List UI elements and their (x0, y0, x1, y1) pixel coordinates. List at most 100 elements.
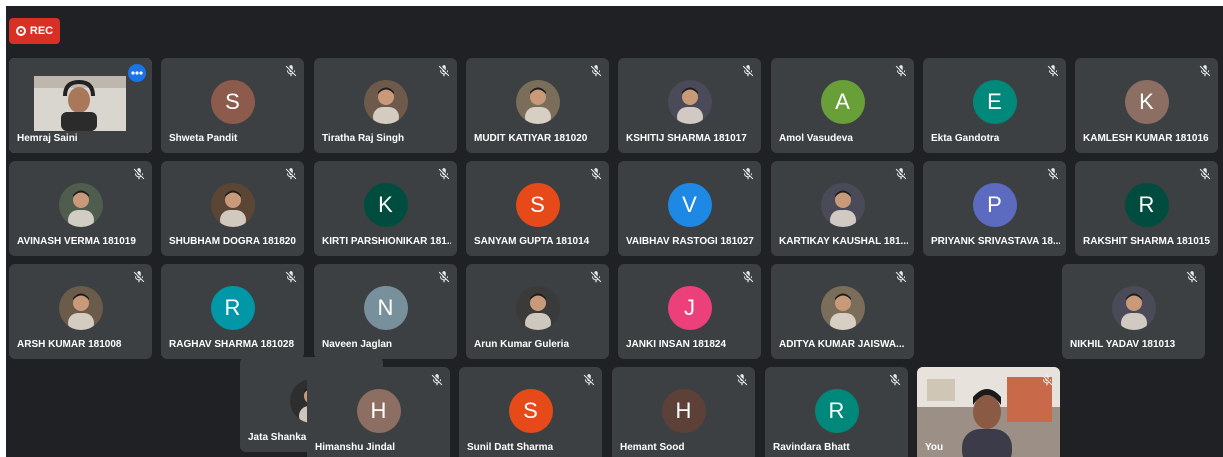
mic-off-icon (284, 64, 298, 78)
participant-tile[interactable]: KSHITIJ SHARMA 181017 (618, 58, 761, 153)
participant-name: PRIYANK SRIVASTAVA 18... (931, 236, 1060, 247)
mic-off-icon (1046, 167, 1060, 181)
mic-off-icon (1198, 167, 1212, 181)
participant-name: Ravindara Bhatt (773, 442, 850, 453)
mic-off-icon (1040, 373, 1054, 387)
participant-photo (515, 286, 560, 330)
participant-name: Tiratha Raj Singh (322, 133, 405, 144)
participant-name: SANYAM GUPTA 181014 (474, 236, 590, 247)
recording-label: REC (29, 25, 54, 37)
mic-off-icon (888, 373, 902, 387)
mic-off-icon (437, 167, 451, 181)
participant-avatar: J (667, 286, 712, 330)
mic-off-icon (1198, 64, 1212, 78)
mic-off-icon (894, 270, 908, 284)
participant-tile[interactable]: K KAMLESH KUMAR 181016 (1075, 58, 1218, 153)
mic-off-icon (735, 373, 749, 387)
participant-tile[interactable]: AVINASH VERMA 181019 (9, 161, 152, 256)
participant-name: KSHITIJ SHARMA 181017 (626, 133, 747, 144)
participant-name: RAGHAV SHARMA 181028 (169, 339, 295, 350)
participant-tile[interactable]: S SANYAM GUPTA 181014 (466, 161, 609, 256)
participant-avatar: R (210, 286, 255, 330)
more-options-icon[interactable] (128, 64, 146, 82)
participant-name: Sunil Datt Sharma (467, 442, 554, 453)
participant-photo (1111, 286, 1156, 330)
mic-off-icon (589, 64, 603, 78)
participant-name: KAMLESH KUMAR 181016 (1083, 133, 1209, 144)
mic-off-icon (284, 270, 298, 284)
participant-tile[interactable]: KARTIKAY KAUSHAL 181... (771, 161, 914, 256)
participant-photo (363, 80, 408, 124)
participant-avatar: K (363, 183, 408, 227)
participant-tile[interactable]: K KIRTI PARSHIONIKAR 181... (314, 161, 457, 256)
participant-photo (667, 80, 712, 124)
participant-avatar: P (972, 183, 1017, 227)
participant-tile[interactable]: H Hemant Sood (612, 367, 755, 457)
mic-off-icon (132, 270, 146, 284)
mic-off-icon (741, 64, 755, 78)
participant-name: RAKSHIT SHARMA 181015 (1083, 236, 1210, 247)
participant-avatar: A (820, 80, 865, 124)
participant-name: JANKI INSAN 181824 (626, 339, 727, 350)
participant-tile[interactable]: Hemraj Saini (9, 58, 152, 153)
participant-tile[interactable]: S Sunil Datt Sharma (459, 367, 602, 457)
participant-name: KIRTI PARSHIONIKAR 181... (322, 236, 451, 247)
participant-tile[interactable]: E Ekta Gandotra (923, 58, 1066, 153)
participant-name: VAIBHAV RASTOGI 181027 (626, 236, 754, 247)
mic-off-icon (589, 270, 603, 284)
mic-off-icon (894, 167, 908, 181)
participant-tile[interactable]: A Amol Vasudeva (771, 58, 914, 153)
participant-tile[interactable]: R RAKSHIT SHARMA 181015 (1075, 161, 1218, 256)
participant-tile[interactable]: You (917, 367, 1060, 457)
mic-off-icon (589, 167, 603, 181)
mic-off-icon (284, 167, 298, 181)
participant-photo (210, 183, 255, 227)
mic-off-icon (741, 167, 755, 181)
participant-avatar: H (356, 389, 401, 433)
participant-avatar: E (972, 80, 1017, 124)
participant-tile[interactable]: S Shweta Pandit (161, 58, 304, 153)
participant-name: Arun Kumar Guleria (474, 339, 570, 350)
mic-off-icon (437, 64, 451, 78)
participant-tile[interactable]: R Ravindara Bhatt (765, 367, 908, 457)
participant-name: AVINASH VERMA 181019 (17, 236, 136, 247)
mic-off-icon (437, 270, 451, 284)
participant-tile[interactable]: R RAGHAV SHARMA 181028 (161, 264, 304, 359)
record-icon (15, 26, 26, 36)
participant-name: Amol Vasudeva (779, 133, 853, 144)
participant-name: ADITYA KUMAR JAISWA... (779, 339, 905, 350)
participant-tile[interactable]: MUDIT KATIYAR 181020 (466, 58, 609, 153)
participant-tile[interactable]: NIKHIL YADAV 181013 (1062, 264, 1205, 359)
participant-name: MUDIT KATIYAR 181020 (474, 133, 588, 144)
participant-tile[interactable]: Arun Kumar Guleria (466, 264, 609, 359)
participant-name: Hemant Sood (620, 442, 685, 453)
mic-off-icon (132, 167, 146, 181)
participant-photo (820, 183, 865, 227)
mic-off-icon (582, 373, 596, 387)
participant-avatar: S (515, 183, 560, 227)
participant-tile[interactable]: J JANKI INSAN 181824 (618, 264, 761, 359)
participant-avatar: R (1124, 183, 1169, 227)
participant-name: Himanshu Jindal (315, 442, 396, 453)
meeting-grid: REC Hemraj Saini S Shweta Pandit Tiratha Ra… (6, 6, 1223, 457)
mic-off-icon (894, 64, 908, 78)
mic-off-icon (1185, 270, 1199, 284)
participant-tile[interactable]: H Himanshu Jindal (307, 367, 450, 457)
mic-off-icon (741, 270, 755, 284)
participant-tile[interactable]: ARSH KUMAR 181008 (9, 264, 152, 359)
participant-tile[interactable]: ADITYA KUMAR JAISWA... (771, 264, 914, 359)
participant-tile[interactable]: V VAIBHAV RASTOGI 181027 (618, 161, 761, 256)
participant-tile[interactable]: P PRIYANK SRIVASTAVA 18... (923, 161, 1066, 256)
participant-avatar: H (661, 389, 706, 433)
mic-off-icon (430, 373, 444, 387)
participant-name: ARSH KUMAR 181008 (17, 339, 122, 350)
recording-badge: REC (9, 18, 60, 44)
participant-name: Ekta Gandotra (931, 133, 1000, 144)
participant-name: Naveen Jaglan (322, 339, 393, 350)
participant-tile[interactable]: N Naveen Jaglan (314, 264, 457, 359)
participant-name: Hemraj Saini (17, 133, 78, 144)
participant-tile[interactable]: SHUBHAM DOGRA 181820 (161, 161, 304, 256)
participant-photo (58, 286, 103, 330)
participant-tile[interactable]: Tiratha Raj Singh (314, 58, 457, 153)
participant-name: NIKHIL YADAV 181013 (1070, 339, 1176, 350)
